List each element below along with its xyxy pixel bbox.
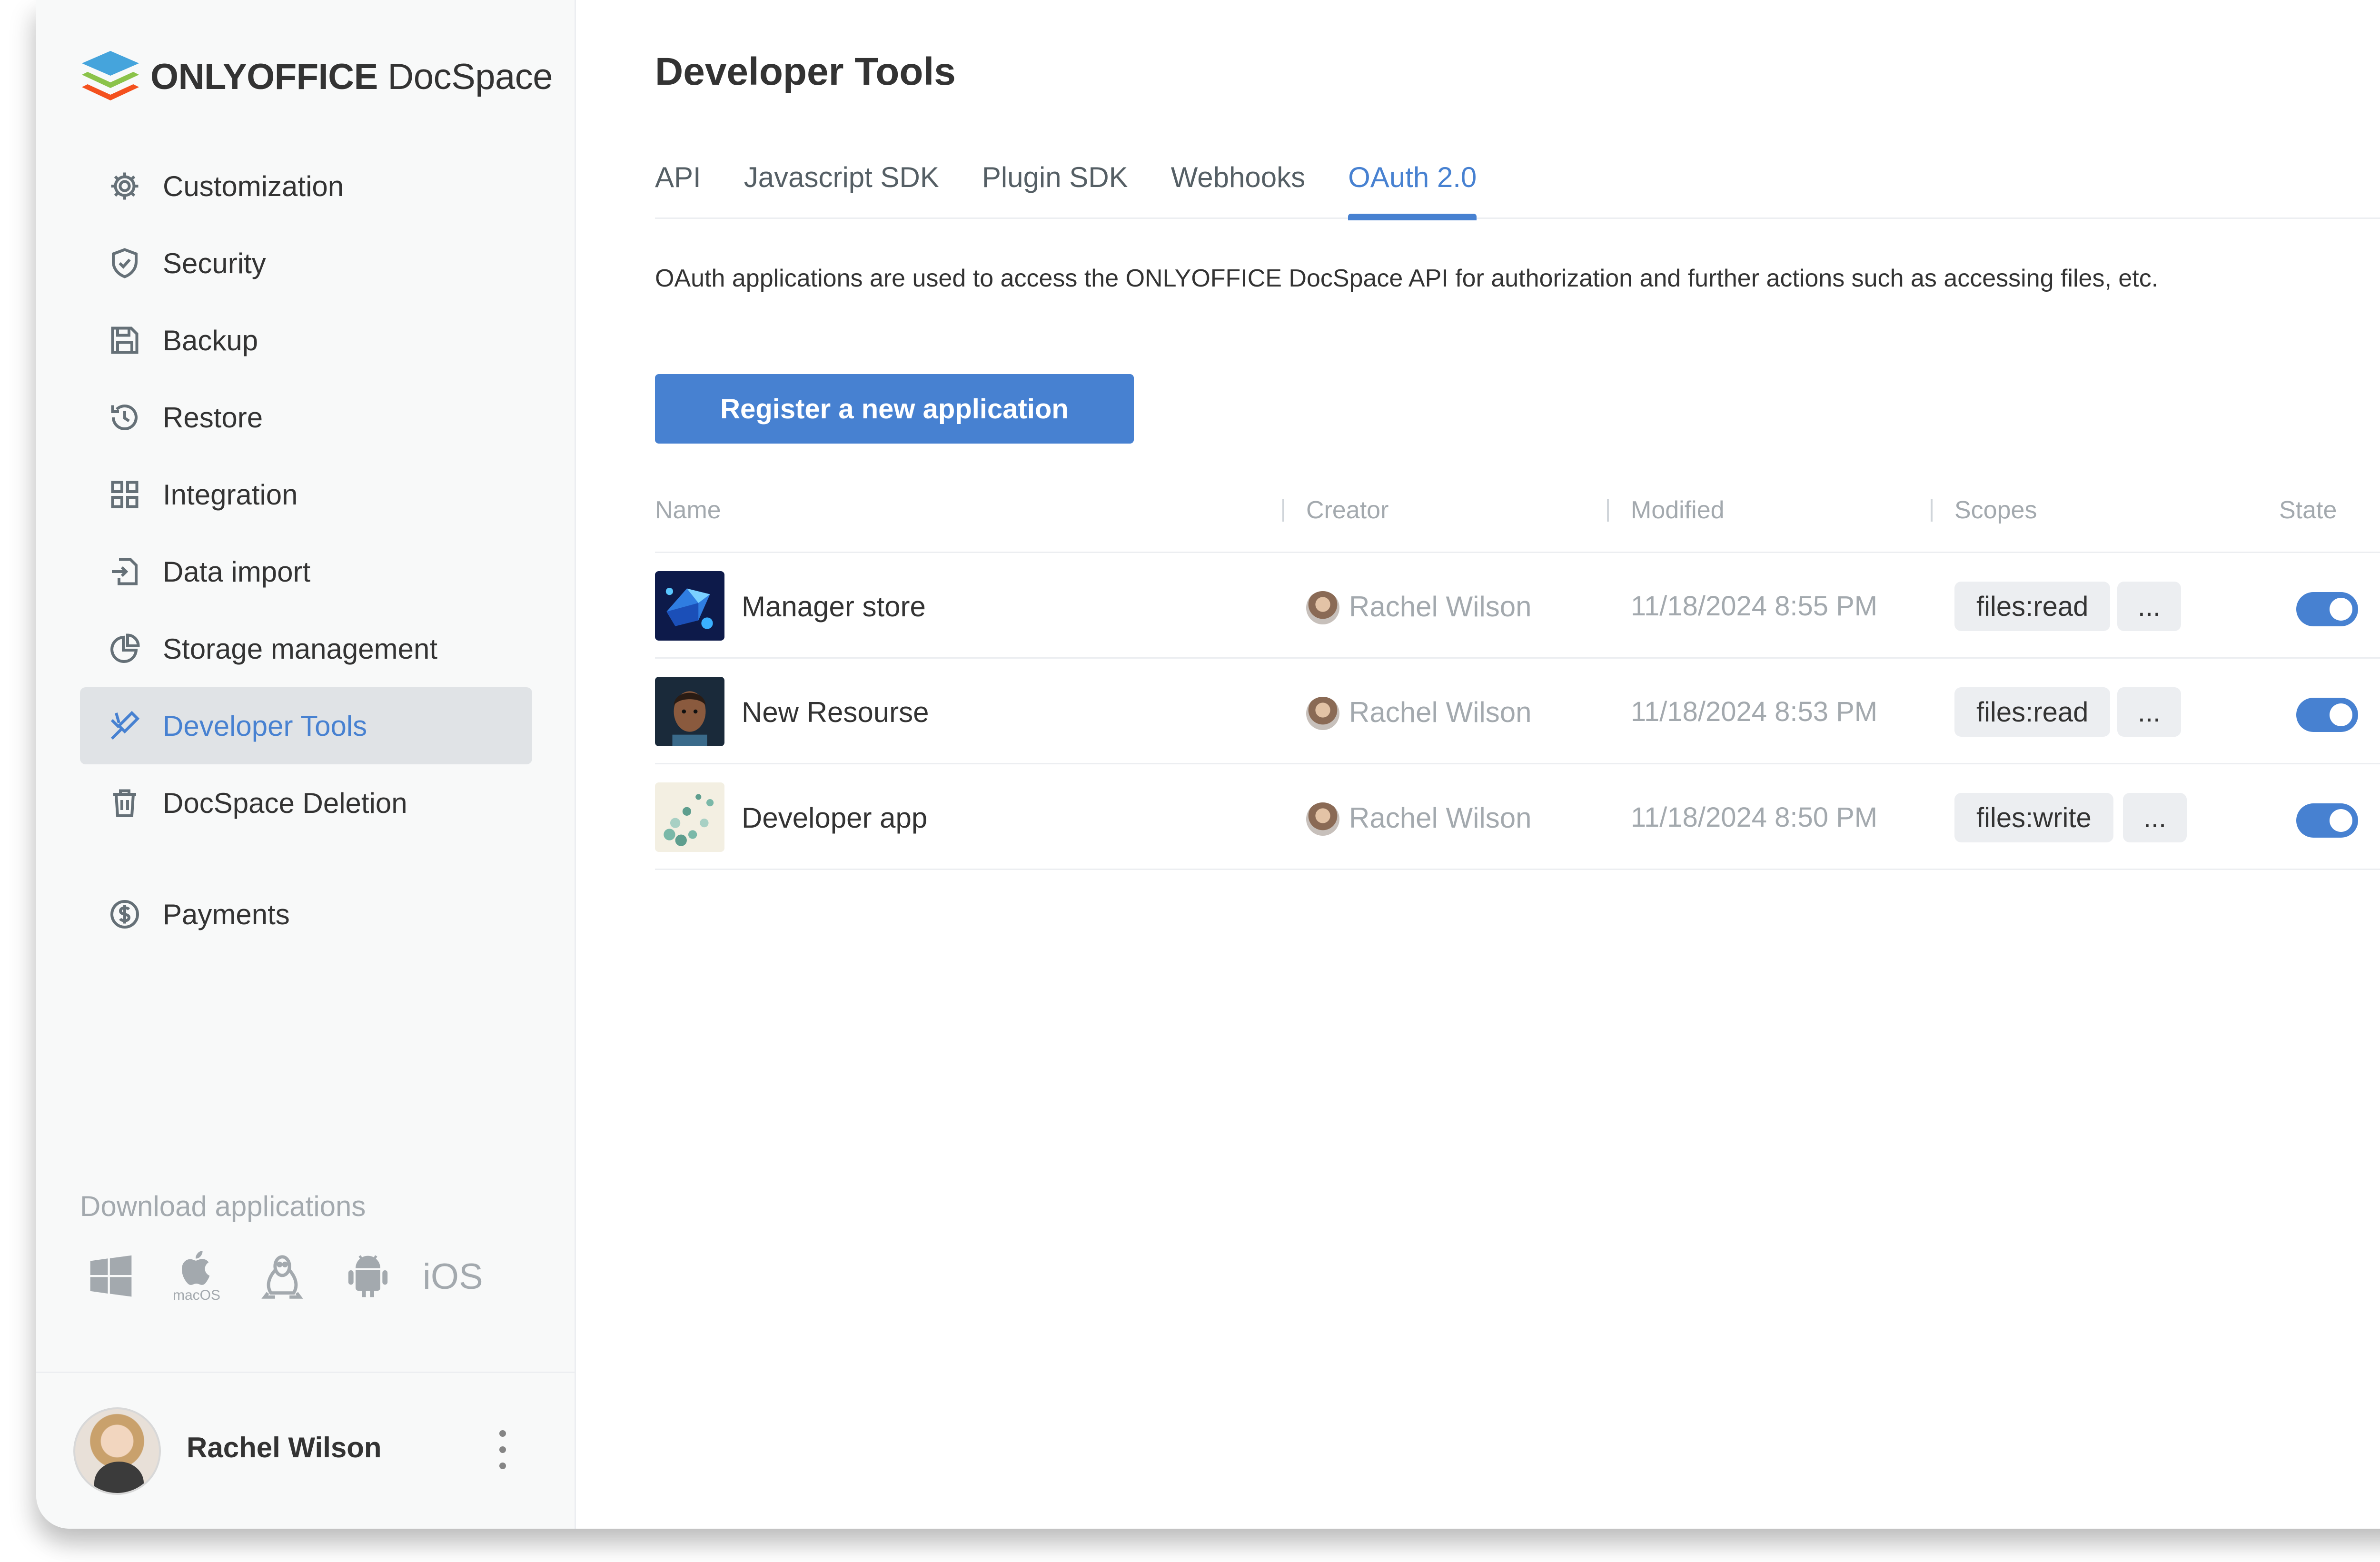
column-resize-handle[interactable] — [1931, 499, 1933, 522]
sidebar-item-label: Integration — [163, 478, 298, 511]
table-row[interactable]: New Resourse Rachel Wilson 11/18/2024 8:… — [655, 659, 2380, 764]
oauth-applications-table: Name Creator Modified Scopes State Manag… — [655, 476, 2380, 870]
modified-date: 11/18/2024 8:55 PM — [1631, 591, 1878, 622]
column-header-state[interactable]: State — [2279, 496, 2337, 524]
floppy-disk-icon — [107, 322, 143, 358]
column-header-modified[interactable]: Modified — [1631, 496, 1725, 524]
download-applications: Download applications macOS iOS — [80, 1190, 507, 1307]
app-name: New Resourse — [742, 696, 929, 728]
trash-icon — [107, 785, 143, 821]
creator-avatar — [1306, 591, 1339, 624]
sidebar-item-label: Developer Tools — [163, 710, 367, 742]
developer-tools-icon — [107, 708, 143, 744]
user-profile: Rachel Wilson — [36, 1372, 575, 1529]
table-header: Name Creator Modified Scopes State — [655, 476, 2380, 553]
state-toggle[interactable] — [2296, 592, 2358, 626]
column-header-creator[interactable]: Creator — [1306, 496, 1388, 524]
history-icon — [107, 399, 143, 435]
profile-name: Rachel Wilson — [187, 1432, 382, 1463]
grid-icon — [107, 476, 143, 513]
sidebar-item-label: Security — [163, 247, 266, 279]
sidebar-item-payments[interactable]: Payments — [80, 876, 532, 953]
app-logo — [655, 677, 724, 746]
gear-icon — [107, 168, 143, 204]
more-scopes-button[interactable]: ... — [2117, 582, 2181, 631]
sidebar-item-label: DocSpace Deletion — [163, 787, 407, 819]
sidebar-item-customization[interactable]: Customization — [80, 148, 532, 225]
brand-logo[interactable]: ONLYOFFICE DocSpace — [80, 46, 553, 108]
creator-name: Rachel Wilson — [1349, 696, 1532, 728]
scope-chip: files:write — [1954, 793, 2113, 842]
android-icon[interactable] — [337, 1246, 399, 1307]
sidebar-item-developer-tools[interactable]: Developer Tools — [80, 687, 532, 764]
tab-oauth[interactable]: OAuth 2.0 — [1348, 157, 1477, 220]
table-row[interactable]: Developer app Rachel Wilson 11/18/2024 8… — [655, 764, 2380, 870]
sidebar-item-storage-management[interactable]: Storage management — [80, 610, 532, 687]
macos-label: macOS — [172, 1287, 221, 1303]
more-scopes-button[interactable]: ... — [2117, 687, 2181, 737]
creator-avatar — [1306, 697, 1339, 730]
profile-menu-icon[interactable] — [493, 1430, 512, 1469]
table-row[interactable]: Manager store Rachel Wilson 11/18/2024 8… — [655, 553, 2380, 659]
column-resize-handle[interactable] — [1282, 499, 1284, 522]
modified-date: 11/18/2024 8:53 PM — [1631, 696, 1878, 727]
column-header-name[interactable]: Name — [655, 496, 721, 524]
page-title: Developer Tools — [655, 50, 956, 93]
sidebar-item-label: Backup — [163, 324, 258, 356]
modified-date: 11/18/2024 8:50 PM — [1631, 802, 1878, 833]
sidebar-item-label: Data import — [163, 555, 311, 588]
app-name: Developer app — [742, 802, 928, 834]
settings-nav: Customization Security Backup Restore In… — [80, 148, 532, 953]
pie-chart-icon — [107, 631, 143, 667]
settings-sidebar: ONLYOFFICE DocSpace Customization Securi… — [36, 0, 576, 1529]
download-icons: macOS iOS — [80, 1246, 507, 1307]
oauth-description: OAuth applications are used to access th… — [655, 265, 2159, 292]
tab-plugin-sdk[interactable]: Plugin SDK — [982, 157, 1128, 219]
app-name: Manager store — [742, 591, 926, 623]
app-logo — [655, 571, 724, 641]
app-logo — [655, 782, 724, 852]
more-scopes-button[interactable]: ... — [2123, 793, 2187, 842]
tab-webhooks[interactable]: Webhooks — [1171, 157, 1305, 219]
developer-tools-tabs: API Javascript SDK Plugin SDK Webhooks O… — [655, 157, 2380, 220]
ios-icon[interactable]: iOS — [423, 1246, 483, 1307]
column-header-scopes[interactable]: Scopes — [1954, 496, 2037, 524]
sidebar-item-label: Customization — [163, 170, 344, 202]
sidebar-item-label: Restore — [163, 401, 263, 434]
windows-icon[interactable] — [80, 1246, 142, 1307]
onlyoffice-logo-icon — [82, 51, 139, 100]
sidebar-item-restore[interactable]: Restore — [80, 379, 532, 456]
avatar[interactable] — [73, 1407, 161, 1495]
scope-chip: files:read — [1954, 582, 2111, 631]
state-toggle[interactable] — [2296, 698, 2358, 732]
main-content: Developer Tools API Javascript SDK Plugi… — [576, 0, 2380, 1529]
creator-name: Rachel Wilson — [1349, 591, 1532, 623]
state-toggle[interactable] — [2296, 803, 2358, 838]
shield-icon — [107, 245, 143, 281]
macos-icon[interactable]: macOS — [166, 1246, 228, 1307]
sidebar-item-docspace-deletion[interactable]: DocSpace Deletion — [80, 764, 532, 841]
register-application-button[interactable]: Register a new application — [655, 374, 1134, 444]
brand-name: ONLYOFFICE DocSpace — [150, 56, 553, 97]
app-window: ONLYOFFICE DocSpace Customization Securi… — [36, 0, 2380, 1529]
tab-api[interactable]: API — [655, 157, 701, 219]
sidebar-item-data-import[interactable]: Data import — [80, 533, 532, 610]
creator-name: Rachel Wilson — [1349, 802, 1532, 834]
column-resize-handle[interactable] — [1607, 499, 1609, 522]
sidebar-item-security[interactable]: Security — [80, 225, 532, 302]
scope-chip: files:read — [1954, 687, 2111, 737]
tab-javascript-sdk[interactable]: Javascript SDK — [744, 157, 939, 219]
download-title: Download applications — [80, 1190, 366, 1222]
dollar-circle-icon — [107, 896, 143, 932]
sidebar-item-integration[interactable]: Integration — [80, 456, 532, 533]
sidebar-item-label: Storage management — [163, 633, 438, 665]
sidebar-item-backup[interactable]: Backup — [80, 302, 532, 379]
linux-icon[interactable] — [251, 1246, 313, 1307]
sidebar-item-label: Payments — [163, 898, 290, 930]
import-icon — [107, 554, 143, 590]
creator-avatar — [1306, 802, 1339, 836]
